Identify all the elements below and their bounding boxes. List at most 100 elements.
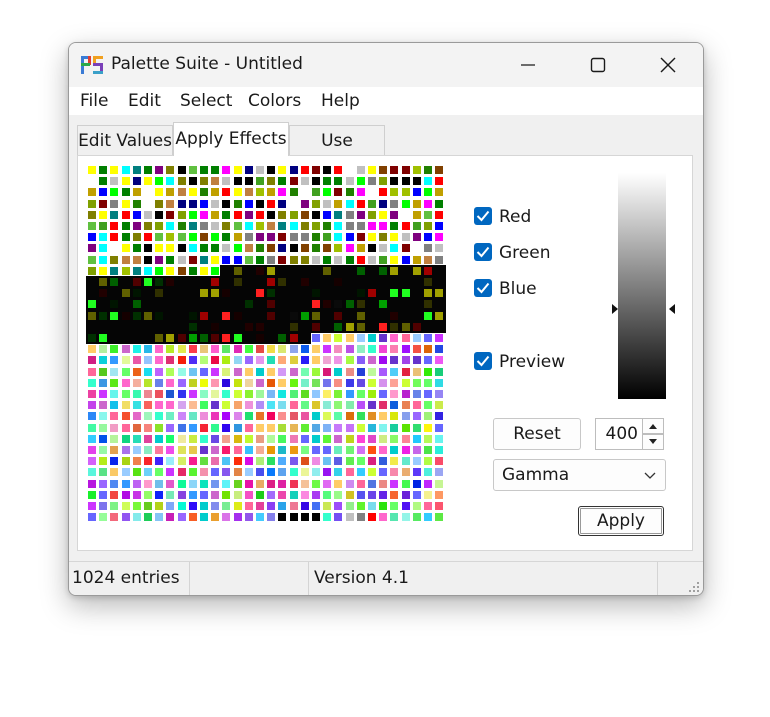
palette-swatch[interactable] (424, 322, 432, 331)
palette-swatch[interactable] (166, 457, 175, 466)
palette-swatch[interactable] (177, 513, 186, 522)
palette-swatch[interactable] (132, 188, 141, 197)
palette-swatch[interactable] (334, 401, 343, 410)
palette-swatch[interactable] (256, 166, 264, 174)
palette-swatch[interactable] (121, 266, 130, 275)
palette-swatch[interactable] (412, 367, 421, 376)
palette-swatch[interactable] (110, 188, 119, 197)
palette-swatch[interactable] (177, 300, 186, 309)
palette-swatch[interactable] (312, 490, 320, 499)
palette-swatch[interactable] (121, 434, 130, 443)
palette-swatch[interactable] (289, 412, 298, 421)
palette-swatch[interactable] (211, 457, 220, 466)
palette-swatch[interactable] (244, 401, 253, 410)
palette-swatch[interactable] (278, 322, 287, 331)
palette-swatch[interactable] (244, 166, 253, 174)
palette-swatch[interactable] (200, 300, 208, 309)
palette-swatch[interactable] (188, 177, 197, 186)
palette-swatch[interactable] (356, 266, 365, 275)
palette-swatch[interactable] (379, 490, 388, 499)
palette-swatch[interactable] (379, 222, 388, 230)
palette-swatch[interactable] (132, 457, 141, 466)
palette-swatch[interactable] (166, 390, 175, 398)
palette-swatch[interactable] (200, 423, 208, 432)
palette-swatch[interactable] (334, 322, 343, 331)
palette-swatch[interactable] (99, 166, 108, 174)
palette-swatch[interactable] (412, 266, 421, 275)
palette-swatch[interactable] (132, 513, 141, 522)
palette-swatch[interactable] (289, 367, 298, 376)
palette-swatch[interactable] (312, 423, 320, 432)
palette-swatch[interactable] (121, 345, 130, 354)
palette-swatch[interactable] (211, 188, 220, 197)
palette-swatch[interactable] (110, 311, 119, 320)
palette-swatch[interactable] (312, 233, 320, 242)
palette-swatch[interactable] (390, 490, 399, 499)
palette-swatch[interactable] (233, 300, 242, 309)
palette-swatch[interactable] (379, 199, 388, 208)
palette-swatch[interactable] (379, 166, 388, 174)
palette-swatch[interactable] (289, 423, 298, 432)
palette-swatch[interactable] (289, 401, 298, 410)
palette-swatch[interactable] (99, 390, 108, 398)
palette-swatch[interactable] (334, 255, 343, 264)
palette-swatch[interactable] (368, 401, 376, 410)
palette-swatch[interactable] (188, 300, 197, 309)
palette-swatch[interactable] (110, 412, 119, 421)
palette-swatch[interactable] (256, 401, 264, 410)
palette-swatch[interactable] (379, 356, 388, 365)
palette-swatch[interactable] (300, 289, 309, 298)
palette-swatch[interactable] (188, 502, 197, 510)
palette-swatch[interactable] (88, 244, 96, 253)
palette-swatch[interactable] (379, 289, 388, 298)
palette-swatch[interactable] (99, 222, 108, 230)
palette-swatch[interactable] (244, 457, 253, 466)
palette-swatch[interactable] (155, 322, 164, 331)
palette-swatch[interactable] (144, 446, 152, 454)
menu-help[interactable]: Help (321, 91, 360, 111)
palette-swatch[interactable] (121, 188, 130, 197)
palette-swatch[interactable] (401, 322, 410, 331)
palette-swatch[interactable] (323, 457, 332, 466)
palette-swatch[interactable] (345, 222, 354, 230)
palette-swatch[interactable] (121, 166, 130, 174)
palette-swatch[interactable] (211, 255, 220, 264)
palette-swatch[interactable] (144, 255, 152, 264)
palette-swatch[interactable] (368, 390, 376, 398)
palette-swatch[interactable] (289, 233, 298, 242)
palette-swatch[interactable] (323, 255, 332, 264)
palette-swatch[interactable] (412, 311, 421, 320)
palette-swatch[interactable] (312, 222, 320, 230)
palette-swatch[interactable] (401, 479, 410, 488)
palette-swatch[interactable] (256, 390, 264, 398)
palette-swatch[interactable] (121, 479, 130, 488)
palette-swatch[interactable] (345, 446, 354, 454)
palette-swatch[interactable] (368, 210, 376, 219)
palette-swatch[interactable] (368, 233, 376, 242)
palette-swatch[interactable] (211, 345, 220, 354)
palette-swatch[interactable] (334, 434, 343, 443)
palette-swatch[interactable] (323, 311, 332, 320)
palette-swatch[interactable] (323, 390, 332, 398)
palette-swatch[interactable] (177, 322, 186, 331)
palette-swatch[interactable] (155, 345, 164, 354)
palette-swatch[interactable] (211, 356, 220, 365)
palette-swatch[interactable] (312, 289, 320, 298)
palette-swatch[interactable] (132, 490, 141, 499)
palette-swatch[interactable] (99, 356, 108, 365)
palette-swatch[interactable] (334, 378, 343, 387)
palette-swatch[interactable] (144, 334, 152, 342)
palette-swatch[interactable] (334, 210, 343, 219)
preview-checkbox[interactable] (474, 352, 492, 370)
palette-swatch[interactable] (435, 210, 444, 219)
palette-swatch[interactable] (188, 423, 197, 432)
palette-swatch[interactable] (300, 490, 309, 499)
palette-swatch[interactable] (424, 300, 432, 309)
palette-swatch[interactable] (200, 244, 208, 253)
palette-swatch[interactable] (166, 434, 175, 443)
palette-swatch[interactable] (188, 289, 197, 298)
palette-swatch[interactable] (401, 513, 410, 522)
palette-swatch[interactable] (345, 412, 354, 421)
palette-swatch[interactable] (256, 244, 264, 253)
palette-swatch[interactable] (188, 334, 197, 342)
